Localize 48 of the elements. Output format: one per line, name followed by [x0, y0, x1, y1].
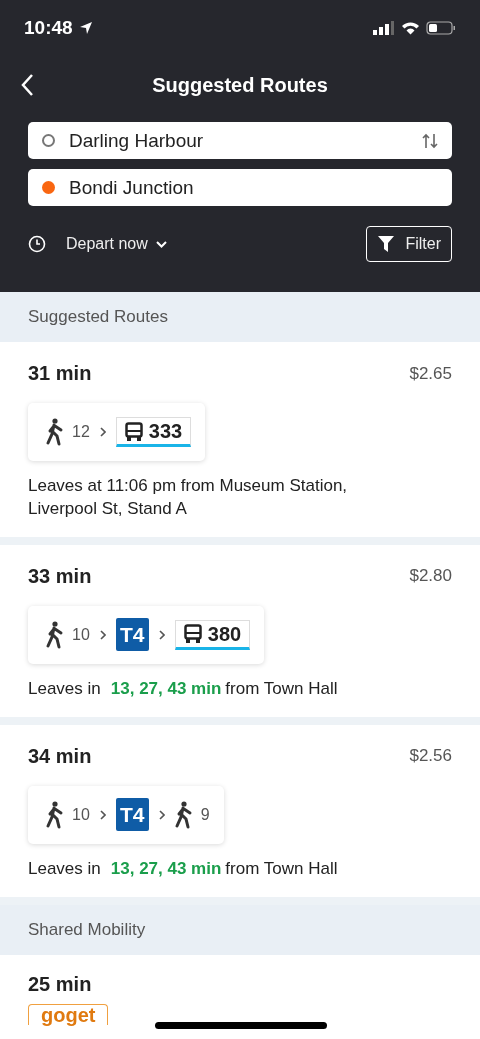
- route-duration: 25 min: [28, 972, 92, 996]
- chevron-right-icon: [99, 809, 106, 820]
- chevron-right-icon: [99, 629, 106, 640]
- bus-route-badge: 380: [174, 619, 251, 650]
- bus-icon: [183, 624, 202, 645]
- route-fare: $2.65: [409, 363, 452, 384]
- chevron-right-icon: [99, 427, 106, 437]
- route-duration: 31 min: [28, 362, 92, 385]
- clock-icon: [28, 235, 46, 253]
- origin-ring-icon: [42, 134, 55, 147]
- departure-info: Leaves at 11:06 pm from Museum Station, Liverpool St, Stand A: [28, 475, 349, 520]
- destination-dot-icon: [42, 181, 55, 194]
- walk-minutes: 10: [72, 625, 90, 644]
- route-card[interactable]: 31 min $2.65 12 333 Leaves at 11:06 pm from Museum Station, Liverpool St, Stand A: [0, 342, 480, 545]
- bus-route-badge: 333: [115, 417, 192, 447]
- filter-button[interactable]: Filter: [366, 226, 452, 262]
- route-fare: $2.56: [409, 746, 452, 767]
- battery-icon: [426, 21, 456, 35]
- section-header: Shared Mobility: [0, 904, 480, 955]
- route-fare: $2.80: [409, 566, 452, 587]
- origin-field[interactable]: Darling Harbour: [28, 122, 452, 159]
- status-time: 10:48: [24, 17, 73, 39]
- departure-info: Leaves in 13, 27, 43 min from Town Hall: [28, 677, 339, 700]
- train-line-badge: T4: [115, 618, 149, 652]
- walk-minutes: 9: [200, 805, 210, 824]
- swap-arrows-icon[interactable]: [422, 132, 438, 149]
- destination-field[interactable]: Bondi Junction: [28, 169, 452, 206]
- depart-time-dropdown[interactable]: Depart now: [28, 235, 167, 253]
- train-line-badge: T4: [115, 798, 149, 832]
- screen-title: Suggested Routes: [152, 73, 328, 97]
- funnel-icon: [377, 235, 396, 253]
- back-icon[interactable]: [20, 73, 34, 97]
- bus-icon: [124, 421, 143, 442]
- chevron-right-icon: [158, 809, 165, 820]
- walk-minutes: 12: [72, 423, 90, 441]
- route-duration: 34 min: [28, 744, 92, 768]
- departure-info: Leaves in 13, 27, 43 min from Town Hall: [28, 857, 339, 880]
- location-arrow-icon: [78, 21, 93, 35]
- route-duration: 33 min: [28, 564, 92, 588]
- wifi-icon: [401, 21, 420, 35]
- chevron-right-icon: [158, 629, 165, 640]
- section-header: Suggested Routes: [0, 292, 480, 342]
- route-card[interactable]: 25 min goget: [0, 954, 480, 1026]
- signal-icon: [373, 21, 395, 35]
- operator-logo: goget: [28, 1003, 109, 1025]
- caret-icon: [155, 240, 167, 248]
- walk-minutes: 10: [72, 805, 90, 824]
- route-card[interactable]: 33 min $2.80 10 T4 380 Leaves in 13, 27, 43 min from Town Hall: [0, 544, 480, 725]
